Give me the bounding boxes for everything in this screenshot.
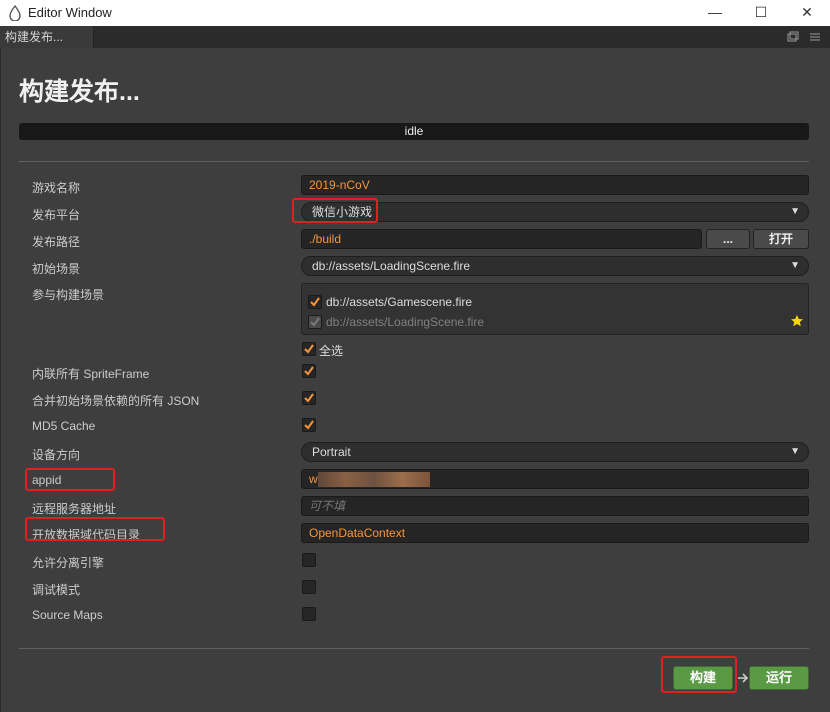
included-scenes-label: 参与构建场景	[32, 288, 105, 302]
separate-engine-checkbox[interactable]	[302, 553, 316, 567]
top-divider	[19, 161, 809, 162]
bottom-divider	[19, 648, 809, 649]
tab-build-publish[interactable]: 构建发布...	[0, 26, 94, 48]
start-scene-value: db://assets/LoadingScene.fire	[312, 259, 471, 273]
dropdown-arrow-icon: ▼	[790, 260, 800, 271]
merge-json-label: 合并初始场景依赖的所有 JSON	[32, 394, 200, 408]
select-all-checkbox[interactable]	[302, 342, 316, 356]
window-title: Editor Window	[28, 5, 112, 20]
merge-json-checkbox[interactable]	[302, 391, 316, 405]
md5-cache-checkbox[interactable]	[302, 418, 316, 432]
scene-item-loadingscene: db://assets/LoadingScene.fire	[326, 315, 485, 329]
start-scene-select[interactable]: db://assets/LoadingScene.fire ▼	[301, 256, 809, 276]
star-icon	[791, 315, 803, 327]
window-titlebar: Editor Window — ☐ ✕	[0, 0, 830, 26]
checkmark-icon	[304, 366, 314, 376]
highlight-appid	[25, 468, 115, 491]
scene-item-gamescene: db://assets/Gamescene.fire	[326, 295, 473, 309]
inline-spriteframe-checkbox[interactable]	[302, 364, 316, 378]
orientation-select[interactable]: Portrait ▼	[301, 442, 809, 462]
checkmark-icon	[304, 344, 314, 354]
md5-cache-label: MD5 Cache	[32, 419, 96, 433]
orientation-label: 设备方向	[32, 448, 81, 462]
inline-spriteframe-label: 内联所有 SpriteFrame	[32, 367, 150, 381]
dropdown-arrow-icon: ▼	[790, 206, 800, 217]
start-scene-label: 初始场景	[32, 262, 81, 276]
scene-checkbox-gamescene[interactable]	[308, 295, 322, 309]
build-path-label: 发布路径	[32, 235, 81, 249]
maximize-button[interactable]: ☐	[738, 0, 784, 26]
checkmark-icon	[304, 393, 314, 403]
select-all-label: 全选	[319, 344, 344, 358]
remote-server-input[interactable]: 可不填	[301, 496, 809, 516]
redacted-appid-overlay	[318, 472, 430, 487]
page-title: 构建发布...	[19, 78, 140, 106]
debug-mode-checkbox[interactable]	[302, 580, 316, 594]
checkmark-icon	[310, 297, 320, 307]
source-maps-label: Source Maps	[32, 608, 103, 622]
build-status-bar: idle	[19, 123, 809, 140]
app-logo-icon	[9, 5, 21, 21]
remote-server-label: 远程服务器地址	[32, 502, 117, 516]
checkmark-icon	[304, 420, 314, 430]
menu-icon[interactable]	[808, 30, 822, 44]
scene-checkbox-loadingscene	[308, 315, 322, 329]
debug-mode-label: 调试模式	[32, 583, 81, 597]
game-name-label: 游戏名称	[32, 181, 81, 195]
arrow-right-icon	[738, 673, 749, 683]
separate-engine-label: 允许分离引擎	[32, 556, 105, 570]
build-path-input[interactable]: ./build	[301, 229, 702, 249]
orientation-value: Portrait	[312, 445, 351, 459]
tab-bar: 构建发布...	[0, 26, 830, 48]
build-panel: 构建发布... idle 游戏名称 2019-nCoV 发布平台 微信小游戏 ▼…	[0, 48, 830, 712]
open-data-context-input[interactable]: OpenDataContext	[301, 523, 809, 543]
platform-label: 发布平台	[32, 208, 81, 222]
run-button[interactable]: 运行	[749, 666, 809, 690]
highlight-build-button	[661, 656, 737, 693]
minimize-button[interactable]: —	[692, 0, 738, 26]
source-maps-checkbox[interactable]	[302, 607, 316, 621]
highlight-open-data-context	[25, 517, 165, 541]
checkmark-icon	[310, 317, 320, 327]
browse-path-button[interactable]: ...	[706, 229, 750, 249]
open-path-button[interactable]: 打开	[753, 229, 809, 249]
game-name-input[interactable]: 2019-nCoV	[301, 175, 809, 195]
popout-icon[interactable]	[786, 30, 800, 44]
scene-list: db://assets/Gamescene.fire db://assets/L…	[301, 283, 809, 335]
dropdown-arrow-icon: ▼	[790, 446, 800, 457]
highlight-platform	[292, 198, 378, 223]
close-button[interactable]: ✕	[784, 0, 830, 26]
